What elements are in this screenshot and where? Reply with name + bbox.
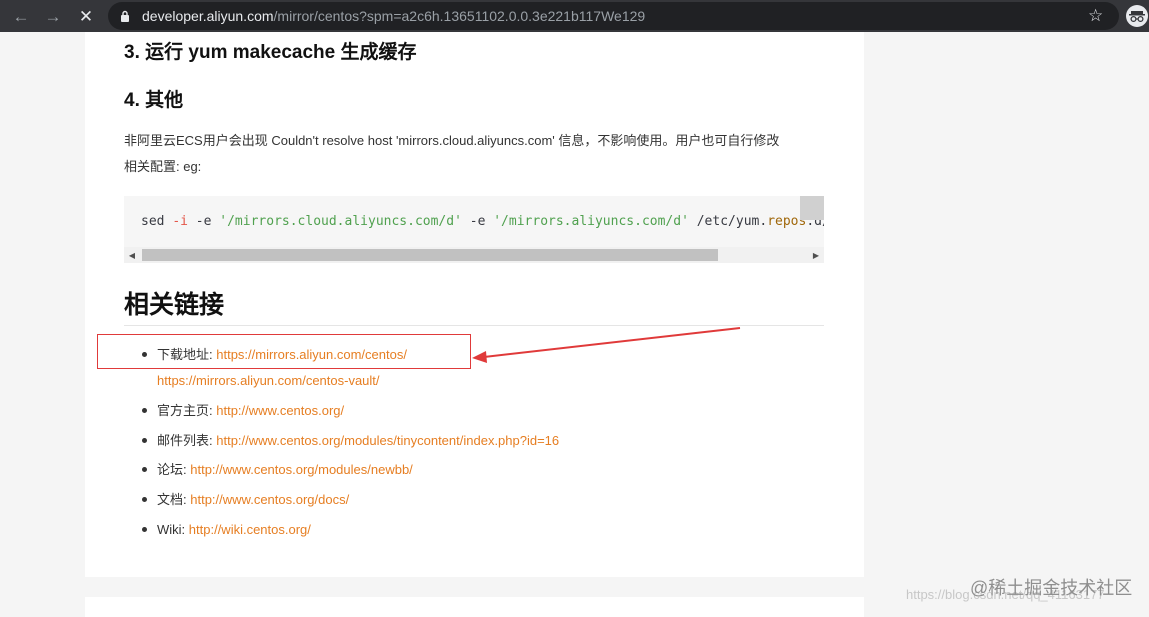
annotation-arrow-icon: [472, 327, 741, 363]
watermark: @稀土掘金技术社区: [970, 578, 1133, 598]
